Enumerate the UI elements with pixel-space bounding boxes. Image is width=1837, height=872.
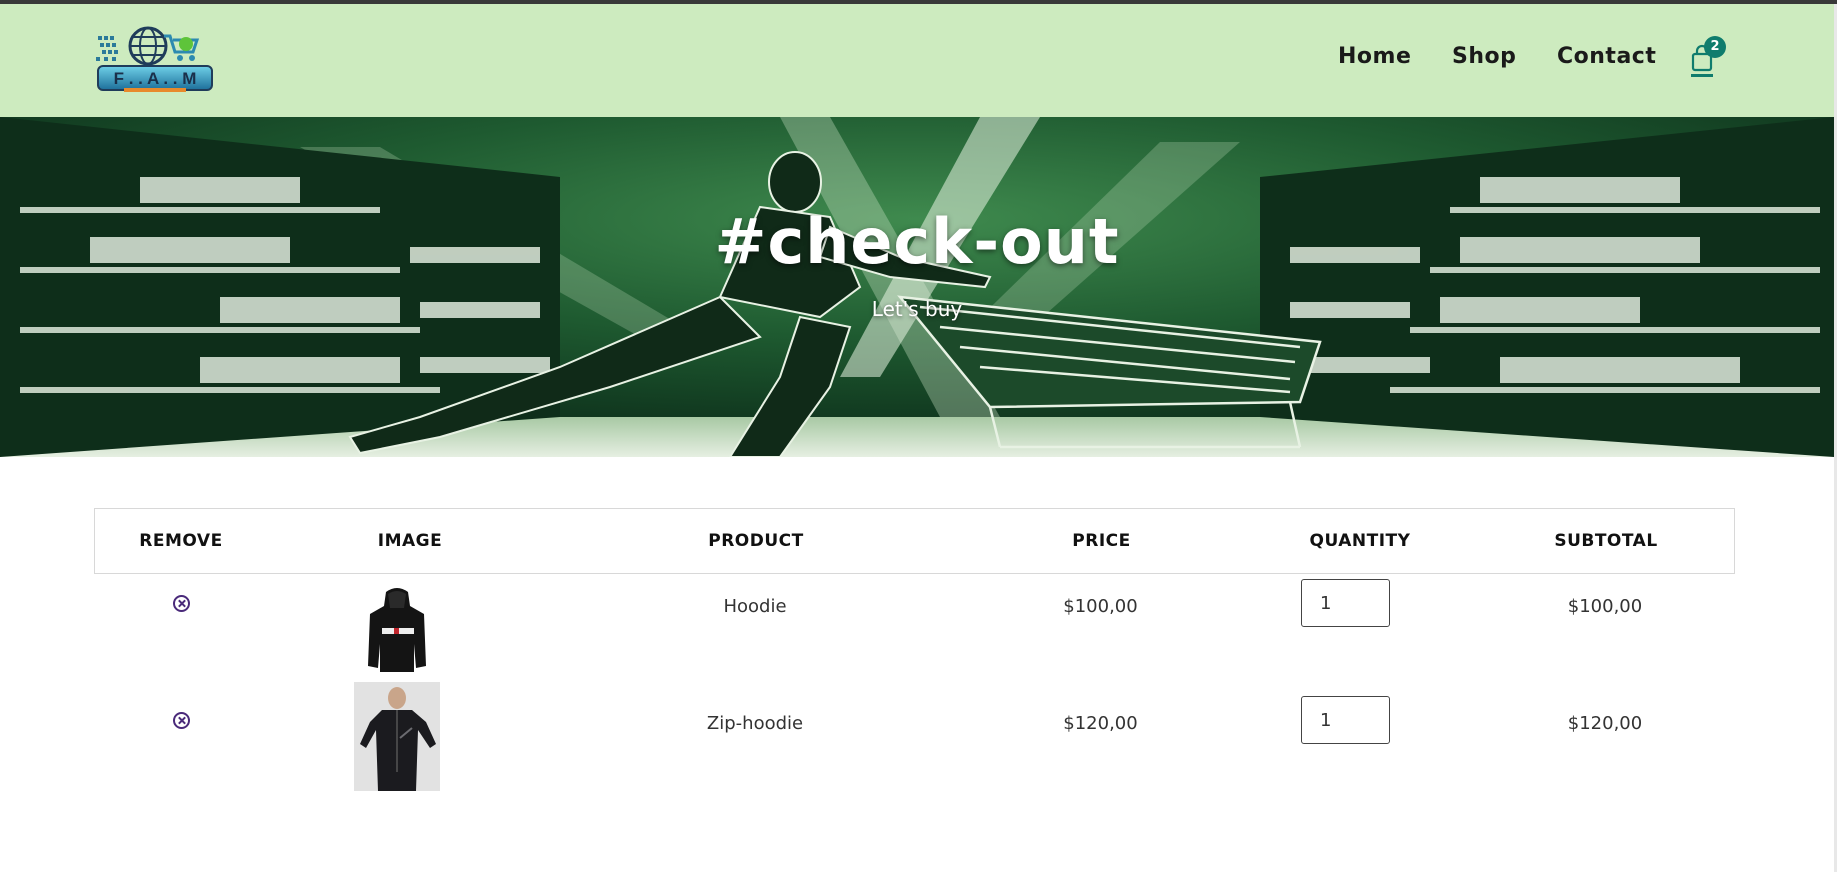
cart-row: Zip-hoodie $120,00 $120,00 xyxy=(94,682,1735,808)
product-name: Zip-hoodie xyxy=(706,713,804,734)
hero-title: #check-out xyxy=(714,205,1120,278)
remove-item-icon[interactable] xyxy=(173,712,190,729)
product-subtotal: $120,00 xyxy=(1567,713,1643,734)
hero-banner: #check-out Let's buy xyxy=(0,117,1834,457)
hero-subtitle: Let's buy xyxy=(871,297,963,321)
cart-count-badge: 2 xyxy=(1704,36,1726,58)
cart-table: REMOVE IMAGE PRODUCT PRICE QUANTITY SUBT… xyxy=(94,508,1735,808)
product-price: $120,00 xyxy=(1063,713,1138,734)
nav-contact-link[interactable]: Contact xyxy=(1557,44,1656,69)
nav-shop-link[interactable]: Shop xyxy=(1452,44,1516,69)
product-image-hoodie xyxy=(364,584,430,674)
column-header-image: IMAGE xyxy=(377,531,443,551)
cart-active-underline xyxy=(1691,74,1713,77)
remove-item-icon[interactable] xyxy=(173,595,190,612)
cart-table-header: REMOVE IMAGE PRODUCT PRICE QUANTITY SUBT… xyxy=(94,508,1735,574)
quantity-input[interactable] xyxy=(1301,579,1390,627)
column-header-remove: REMOVE xyxy=(139,531,223,551)
nav-home-link[interactable]: Home xyxy=(1338,44,1411,69)
column-header-price: PRICE xyxy=(1072,531,1131,551)
main-nav: Home Shop Contact 2 xyxy=(0,4,1834,117)
product-subtotal: $100,00 xyxy=(1567,596,1643,617)
column-header-quantity: QUANTITY xyxy=(1309,531,1411,551)
column-header-product: PRODUCT xyxy=(708,531,804,551)
hero-supermarket-image xyxy=(0,117,1834,457)
cart-row: Hoodie $100,00 $100,00 xyxy=(94,574,1735,691)
column-header-subtotal: SUBTOTAL xyxy=(1554,531,1658,551)
product-price: $100,00 xyxy=(1063,596,1138,617)
product-image-zip-hoodie xyxy=(354,682,440,791)
site-header: F . . A . . M Home Shop Contact 2 xyxy=(0,4,1834,117)
product-name: Hoodie xyxy=(723,596,787,617)
quantity-input[interactable] xyxy=(1301,696,1390,744)
